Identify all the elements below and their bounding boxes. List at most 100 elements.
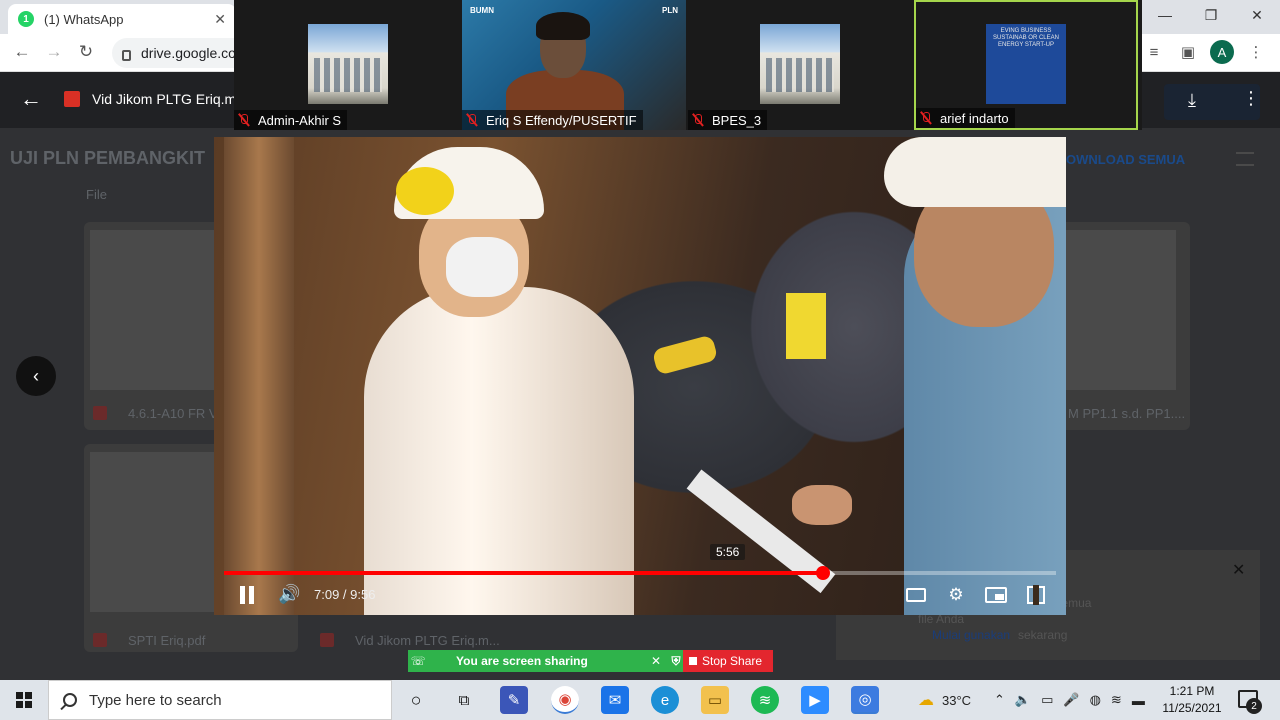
more-options-icon[interactable]: ⋮ [1242,88,1260,109]
preview-file-title: Vid Jikom PLTG Eriq.m [92,91,237,107]
chrome-icon[interactable]: ◉ [551,686,579,714]
close-icon[interactable]: ✕ [1232,560,1245,580]
menu-icon[interactable]: ⋮ [1244,40,1268,64]
seek-tooltip: 5:56 [710,544,746,560]
weather-temp: 33°C [942,692,972,708]
mic-muted-icon [920,111,932,125]
share-status: You are screen sharing [456,654,588,668]
video-file-icon [64,91,80,107]
taskbar-search[interactable]: Type here to search [48,680,392,720]
progress-bar[interactable] [224,566,1056,580]
file-thumbnail [1066,230,1176,390]
pause-icon[interactable] [238,586,256,604]
taskbar-clock[interactable]: 1:21 PM 11/25/2021 [1156,683,1228,717]
file-section-label: File [86,187,107,202]
start-button[interactable] [0,680,48,720]
file-explorer-icon[interactable]: ▭ [701,686,729,714]
video-file-icon [320,633,334,647]
screen-share-bar: ☏ You are screen sharing ✕ ⛨ [408,650,686,672]
speaker-icon[interactable]: 🔈 [1015,692,1031,708]
task-view-icon[interactable]: ⧉ [450,686,478,714]
screen-share-app-icon[interactable]: ◎ [851,686,879,714]
close-window-icon[interactable]: ✕ [1234,0,1280,30]
edge-icon[interactable]: e [651,686,679,714]
volume-icon[interactable]: 🔊 [278,584,300,605]
cortana-icon[interactable]: ○ [402,686,430,714]
clock-time: 1:21 PM [1169,684,1215,698]
side-panel-icon[interactable]: ▣ [1176,40,1200,64]
avatar[interactable]: A [1210,40,1234,64]
spotify-icon[interactable]: ≋ [751,686,779,714]
subtitles-icon[interactable] [906,588,926,602]
forward-icon[interactable]: → [42,42,66,64]
wifi-icon[interactable]: ≋ [1111,692,1122,708]
notice-text: sekarang [1018,628,1068,642]
tab-whatsapp[interactable]: 1 (1) WhatsApp ✕ [8,4,236,34]
folder-heading: UJI PLN PEMBANGKIT [10,148,206,168]
video-frame-earmuff [396,167,454,215]
toolbar-actions: ≡ ▣ A ⋮ [1142,40,1268,64]
zoom-icon[interactable]: ▶ [801,686,829,714]
app-icon[interactable]: ✎ [500,686,528,714]
restore-icon[interactable]: ❐ [1188,0,1234,30]
notification-count: 2 [1246,698,1262,714]
video-frame-mask [446,237,518,297]
download-all-button[interactable]: OWNLOAD SEMUA [1066,152,1185,167]
power-icon[interactable]: ▬ [1132,693,1145,708]
search-placeholder: Type here to search [89,691,222,709]
participant-label: Eriq S Effendy/PUSERTIF [462,110,643,130]
mic-muted-icon [692,113,704,127]
video-frame-hand [792,485,852,525]
close-icon[interactable]: ✕ [214,11,226,28]
file-name: SPTI Eriq.pdf [128,633,206,648]
microphone-icon[interactable]: 🎤 [1063,692,1079,708]
fullscreen-icon[interactable] [1027,585,1045,605]
pdf-icon [93,406,107,420]
chevron-up-icon[interactable]: ⌃ [994,692,1005,708]
video-player[interactable] [214,137,1066,615]
participant-video[interactable]: BUMN PLN Eriq S Effendy/PUSERTIF [462,0,686,130]
system-tray: ⌃ 🔈 ▭ 🎤 ◍ ≋ ▬ [994,680,1145,720]
video-frame-helmet [884,137,1066,207]
back-icon[interactable]: ← [10,42,34,64]
mail-icon[interactable]: ✉ [601,686,629,714]
participant-avatar: EVING BUSINESS SUSTAINAB OR CLEAN ENERGY… [986,24,1066,104]
search-icon [63,693,77,707]
participant-name: Eriq S Effendy/PUSERTIF [486,112,637,128]
stop-share-button[interactable]: Stop Share [683,650,773,672]
zoom-participant-strip: Admin-Akhir S BUMN PLN Eriq S Effendy/PU… [234,0,1142,130]
pdf-icon [93,633,107,647]
participant-label: Admin-Akhir S [234,110,348,130]
miniplayer-icon[interactable] [985,587,1007,603]
list-view-icon[interactable] [1236,152,1254,166]
video-frame-pillar [224,137,294,615]
participant-tile[interactable]: Admin-Akhir S [234,0,458,130]
file-card[interactable] [1060,222,1190,430]
windows-taskbar: Type here to search ○ ⧉ ✎ ◉ ✉ e ▭ ≋ ▶ ◎ … [0,680,1280,720]
file-name: M PP1.1 s.d. PP1.... [1068,406,1186,421]
url-text: drive.google.co [141,45,236,61]
back-arrow-icon[interactable]: ← [20,86,42,112]
media-control-icon[interactable]: ≡ [1142,40,1166,64]
weather-widget[interactable]: ☁ 33°C [918,680,971,720]
tab-title: (1) WhatsApp [44,11,124,27]
battery-icon[interactable]: ▭ [1041,692,1053,708]
settings-gear-icon[interactable]: ⚙ [945,585,967,605]
notice-link[interactable]: Mulai gunakan [932,628,1010,642]
participant-tile[interactable]: BPES_3 [688,0,912,130]
participant-label: arief indarto [916,108,1015,128]
previous-file-button[interactable]: ‹ [16,356,56,396]
reload-icon[interactable]: ↻ [74,42,98,64]
mic-muted-icon[interactable]: ✕ [646,654,666,668]
network-icon[interactable]: ◍ [1090,692,1101,708]
minimize-icon[interactable]: — [1142,0,1188,30]
mic-muted-icon [466,113,478,127]
windows-logo-icon [16,692,32,708]
download-icon[interactable]: ⤓ [1188,90,1196,111]
file-name: Vid Jikom PLTG Eriq.m... [355,633,500,648]
time-display: 7:09 / 9:56 [314,587,376,602]
participant-avatar [760,24,840,104]
clock-date: 11/25/2021 [1162,701,1222,715]
participant-name: BPES_3 [712,112,762,128]
participant-tile-active-speaker[interactable]: EVING BUSINESS SUSTAINAB OR CLEAN ENERGY… [914,0,1138,130]
